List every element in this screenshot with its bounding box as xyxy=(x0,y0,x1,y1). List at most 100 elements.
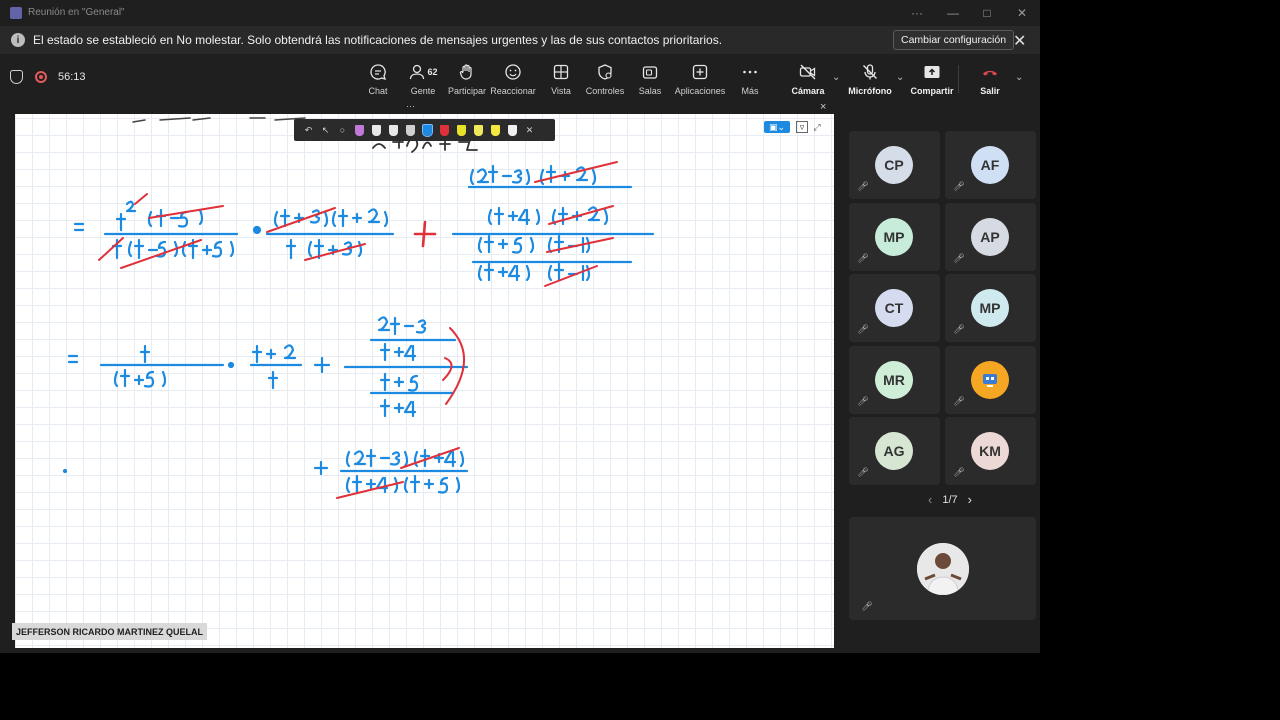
muted-mic-icon: 🎤︎ xyxy=(857,252,869,263)
pen-blue-icon[interactable] xyxy=(422,123,433,137)
participant-tile[interactable]: CP 🎤︎ xyxy=(849,131,940,199)
camera-off-icon xyxy=(799,64,816,80)
camera-label: Cámara xyxy=(791,86,825,96)
microphone-button[interactable]: Micrófono xyxy=(842,61,898,96)
pointer-icon[interactable]: ↖ xyxy=(317,125,334,136)
controls-shield-icon xyxy=(598,64,612,80)
highlighter-lightyellow-icon[interactable] xyxy=(474,124,483,136)
more-button[interactable]: Más xyxy=(722,61,778,96)
annotation-close-icon[interactable]: ✕ xyxy=(521,125,538,136)
share-icon xyxy=(924,66,940,78)
apps-label: Aplicaciones xyxy=(674,86,726,96)
avatar: MP xyxy=(875,218,913,256)
participant-tile[interactable]: MP 🎤︎ xyxy=(849,203,940,271)
toolbar-divider xyxy=(958,65,959,93)
people-count: 62 xyxy=(427,67,438,77)
participant-tile[interactable]: AP 🎤︎ xyxy=(945,203,1036,271)
people-icon xyxy=(410,64,425,80)
meeting-toolbar: 56:13 Chat 62 Gente Participar Reacciona… xyxy=(0,55,1040,103)
avatar-image xyxy=(971,361,1009,399)
share-button[interactable]: Compartir xyxy=(904,61,960,96)
controls-label: Controles xyxy=(585,86,625,96)
avatar: CT xyxy=(875,289,913,327)
avatar: CP xyxy=(875,146,913,184)
more-icon xyxy=(743,70,757,74)
participant-tile[interactable]: AF 🎤︎ xyxy=(945,131,1036,199)
window-more-icon[interactable]: ··· xyxy=(900,0,934,25)
hangup-icon xyxy=(983,70,997,76)
self-avatar xyxy=(917,543,969,595)
screen-select-icon[interactable]: ▣⌄ xyxy=(764,121,790,133)
mic-off-icon xyxy=(863,64,877,80)
muted-mic-icon: 🎤︎ xyxy=(861,600,873,611)
stage-close-icon[interactable]: × xyxy=(820,101,826,113)
drag-handle-icon[interactable]: ··· xyxy=(406,101,415,111)
teams-logo-icon xyxy=(10,6,22,19)
pen-light-icon[interactable] xyxy=(406,124,415,136)
avatar: AF xyxy=(971,146,1009,184)
muted-mic-icon: 🎤︎ xyxy=(857,323,869,334)
page-indicator: 1/7 xyxy=(942,493,958,506)
minimize-button[interactable]: — xyxy=(936,0,970,25)
self-video-tile[interactable]: 🎤︎ xyxy=(849,517,1036,620)
pen-purple-icon[interactable] xyxy=(355,124,364,136)
prev-page-icon[interactable]: ‹ xyxy=(928,492,932,507)
participant-tile[interactable]: AG 🎤︎ xyxy=(849,417,940,485)
camera-options-chevron-icon[interactable]: ⌄ xyxy=(832,72,840,83)
leave-label: Salir xyxy=(980,86,1000,96)
title-bar: Reunión en "General" ··· — □ ✕ xyxy=(0,0,1040,25)
camera-button[interactable]: Cámara xyxy=(780,61,836,96)
window-title: Reunión en "General" xyxy=(28,7,125,18)
participant-tile[interactable]: CT 🎤︎ xyxy=(849,274,940,342)
highlighter-yellow-icon[interactable] xyxy=(457,124,466,136)
rooms-button[interactable]: Salas xyxy=(622,61,678,96)
rooms-label: Salas xyxy=(638,86,662,96)
participant-tile[interactable]: MP 🎤︎ xyxy=(945,274,1036,342)
pen-gray-icon[interactable] xyxy=(389,124,398,136)
participant-tile[interactable]: KM 🎤︎ xyxy=(945,417,1036,485)
more-label: Más xyxy=(741,86,759,96)
close-window-button[interactable]: ✕ xyxy=(1005,0,1039,25)
recording-icon xyxy=(35,71,47,83)
teams-window: Reunión en "General" ··· — □ ✕ i El esta… xyxy=(0,0,1040,653)
info-icon: i xyxy=(11,33,25,47)
avatar: MR xyxy=(875,361,913,399)
chat-label: Chat xyxy=(368,86,388,96)
banner-close-icon[interactable]: ✕ xyxy=(1013,31,1026,51)
participant-tile[interactable]: MR 🎤︎ xyxy=(849,346,940,414)
pen-toggle-icon[interactable]: ▿ xyxy=(796,121,808,133)
bot-logo-icon xyxy=(983,374,997,387)
muted-mic-icon: 🎤︎ xyxy=(857,395,869,406)
share-label: Compartir xyxy=(910,86,954,96)
muted-mic-icon: 🎤︎ xyxy=(953,252,965,263)
presenter-name-tag: JEFFERSON RICARDO MARTINEZ QUELAL xyxy=(12,623,208,640)
view-label: Vista xyxy=(551,86,571,96)
raise-hand-icon xyxy=(459,64,472,80)
pen-red-icon[interactable] xyxy=(440,124,449,136)
microphone-label: Micrófono xyxy=(848,86,892,96)
leave-button[interactable]: Salir xyxy=(962,61,1018,96)
pen-white-icon[interactable] xyxy=(372,124,381,136)
participant-pager: ‹ 1/7 › xyxy=(918,492,982,507)
next-page-icon[interactable]: › xyxy=(968,492,972,507)
annotation-toolbar: ↶ ↖ ○ ✕ xyxy=(294,119,555,141)
lasso-icon[interactable]: ○ xyxy=(334,125,351,135)
smile-icon xyxy=(505,64,521,80)
participant-tile[interactable]: 🎤︎ xyxy=(945,346,1036,414)
plus-icon xyxy=(692,64,708,80)
person-photo xyxy=(917,543,969,595)
muted-mic-icon: 🎤︎ xyxy=(857,466,869,477)
meeting-timer: 56:13 xyxy=(58,71,86,83)
maximize-button[interactable]: □ xyxy=(970,0,1004,25)
muted-mic-icon: 🎤︎ xyxy=(953,323,965,334)
highlighter-gold-icon[interactable] xyxy=(491,124,500,136)
eraser-icon[interactable] xyxy=(508,124,517,136)
change-settings-button[interactable]: Cambiar configuración xyxy=(893,30,1015,50)
apps-button[interactable]: Aplicaciones xyxy=(672,61,728,96)
expand-icon[interactable]: ⤢ xyxy=(812,121,822,133)
people-label: Gente xyxy=(410,86,436,96)
leave-options-chevron-icon[interactable]: ⌄ xyxy=(1015,72,1023,83)
muted-mic-icon: 🎤︎ xyxy=(953,180,965,191)
undo-icon[interactable]: ↶ xyxy=(300,125,317,136)
rooms-icon xyxy=(642,66,658,79)
